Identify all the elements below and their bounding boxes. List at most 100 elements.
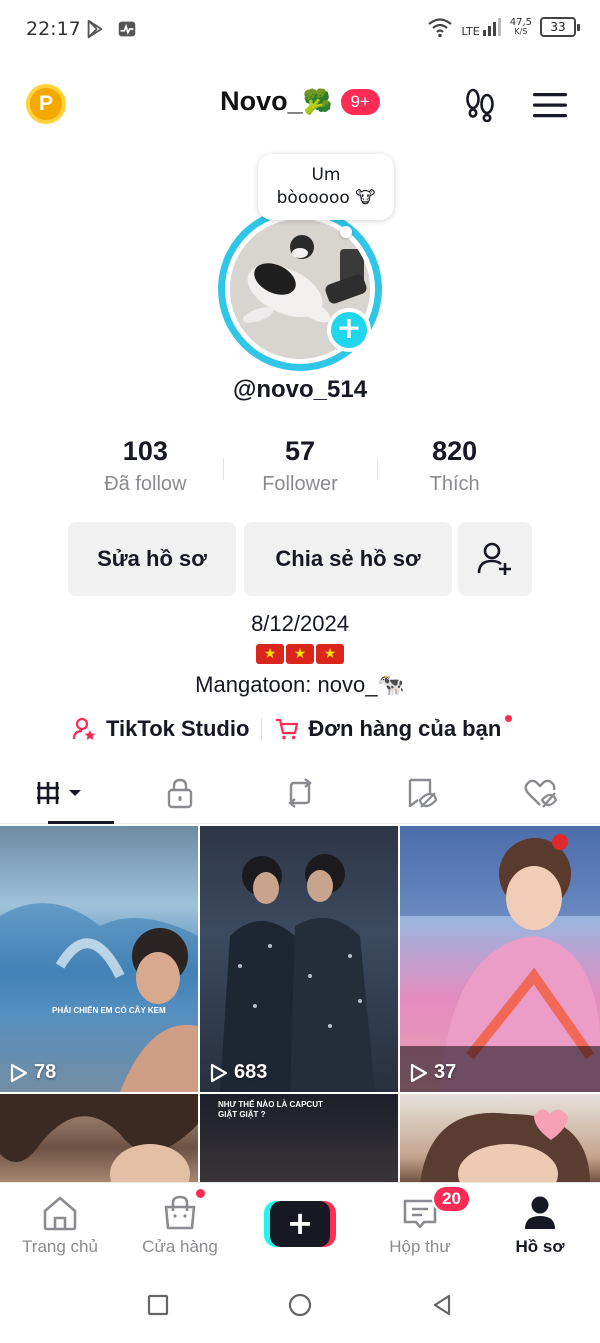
profile-icon <box>525 1196 555 1229</box>
home-circle-icon[interactable] <box>288 1293 312 1317</box>
orders-notification-dot <box>505 714 513 722</box>
add-friend-button[interactable] <box>458 522 532 596</box>
battery-icon: 33 <box>540 17 580 37</box>
video-thumbnail-art <box>420 1109 590 1182</box>
video-thumbnail[interactable]: NHƯ THẾ NÀO LÀ CAPCUT GIẬT GIẬT ? <box>200 1094 398 1182</box>
tiktok-studio-label: TikTok Studio <box>106 716 250 741</box>
note-line-1: Um <box>311 165 341 185</box>
tab-favorites[interactable] <box>360 762 480 823</box>
stat-value: 57 <box>284 436 316 466</box>
nav-create[interactable]: + <box>240 1183 360 1266</box>
nav-profile[interactable]: Hồ sơ <box>480 1183 600 1266</box>
play-icon <box>10 1063 28 1082</box>
video-thumbnail[interactable]: 683 <box>200 826 398 1092</box>
lock-icon <box>167 778 193 808</box>
video-thumbnail-art <box>0 903 198 1092</box>
stat-label: Thích <box>429 473 480 495</box>
signal-group: LTE <box>461 17 501 37</box>
back-icon[interactable] <box>430 1293 454 1317</box>
wifi-icon <box>428 18 453 38</box>
recent-apps-icon[interactable] <box>146 1293 170 1317</box>
play-store-icon <box>87 19 103 39</box>
videos-grid-icon <box>37 781 81 804</box>
menu-icon[interactable] <box>532 90 568 120</box>
inbox-badge: 20 <box>432 1185 471 1213</box>
signal-icon <box>482 18 501 36</box>
profile-name: Novo_ <box>220 86 303 116</box>
note-line-2: bòooooo 🐮 <box>276 188 376 208</box>
video-thumbnail[interactable]: PHẢI CHIẾN EM CÓ CÂY KEM 78 <box>0 826 198 1092</box>
username: @novo_514 <box>232 376 368 403</box>
shopping-cart-icon <box>276 718 299 740</box>
tiktok-studio-link[interactable]: TikTok Studio <box>72 716 249 742</box>
plus-icon: + <box>270 1201 330 1247</box>
video-thumbnail[interactable]: 37 <box>400 826 600 1092</box>
nav-inbox-label: Hộp thư <box>389 1237 451 1256</box>
video-thumbnail-art <box>220 854 375 1092</box>
profile-note-bubble[interactable]: Um bòooooo 🐮 <box>258 154 394 220</box>
activity-icon <box>118 21 136 37</box>
nav-home-label: Trang chủ <box>22 1237 98 1256</box>
video-caption: NHƯ THẾ NÀO LÀ CAPCUT GIẬT GIẬT ? <box>218 1100 323 1119</box>
tab-videos[interactable] <box>0 762 120 824</box>
profile-name-group[interactable]: Novo_ 🥦 9+ <box>0 86 600 117</box>
profile-header: P Novo_ 🥦 9+ <box>0 72 600 136</box>
system-nav-bar <box>0 1266 600 1343</box>
network-type: LTE <box>461 25 480 38</box>
video-caption: PHẢI CHIẾN EM CÓ CÂY KEM <box>52 1006 166 1015</box>
video-thumbnail[interactable] <box>0 1094 198 1182</box>
bottom-nav: Trang chủ Cửa hàng + 20 Hộp thư Hồ sơ <box>0 1182 600 1266</box>
account-notification-badge: 9+ <box>340 88 380 115</box>
name-emoji: 🥦 <box>302 87 333 116</box>
view-count: 37 <box>410 1061 456 1084</box>
play-icon <box>410 1063 428 1082</box>
vietnam-flag-icon: ★ <box>316 644 344 664</box>
create-button[interactable]: + <box>264 1201 336 1247</box>
stat-value: 103 <box>122 436 168 466</box>
bookmark-hidden-icon <box>408 778 437 808</box>
view-count-value: 78 <box>34 1061 57 1083</box>
tab-reposts[interactable] <box>240 762 360 823</box>
tab-private[interactable] <box>120 762 240 823</box>
stat-following[interactable]: 103 Đã follow <box>68 436 223 506</box>
status-left-icons <box>84 18 138 40</box>
stat-followers[interactable]: 57 Follower <box>222 436 378 506</box>
video-thumbnail[interactable] <box>400 1094 600 1182</box>
note-bubble-tail <box>340 226 352 238</box>
vietnam-flag-icon: ★ <box>286 644 314 664</box>
tab-liked[interactable] <box>480 762 600 823</box>
video-grid: PHẢI CHIẾN EM CÓ CÂY KEM 78 683 37 NHƯ T… <box>0 826 600 1182</box>
net-speed: 47,5 K/S <box>509 16 532 37</box>
creator-star-icon <box>72 717 96 740</box>
view-count-value: 37 <box>434 1061 457 1083</box>
orders-label: Đơn hàng của bạn <box>308 716 502 741</box>
nav-home[interactable]: Trang chủ <box>0 1183 120 1266</box>
shop-notification-dot <box>194 1187 207 1200</box>
add-user-icon <box>477 542 511 575</box>
nav-shop-label: Cửa hàng <box>142 1237 218 1256</box>
profile-stats: 103 Đã follow 57 Follower 820 Thích <box>68 436 532 506</box>
footprints-icon[interactable] <box>462 86 498 122</box>
orders-link[interactable]: Đơn hàng của bạn <box>274 714 513 742</box>
nav-profile-label: Hồ sơ <box>515 1237 565 1256</box>
stat-value: 820 <box>432 436 478 466</box>
stat-likes[interactable]: 820 Thích <box>377 436 532 506</box>
view-count: 683 <box>210 1061 267 1084</box>
shopping-bag-icon <box>164 1195 196 1230</box>
heart-hidden-icon <box>524 779 557 808</box>
net-speed-value: 47,5 <box>509 16 532 28</box>
share-profile-button[interactable]: Chia sẻ hồ sơ <box>244 522 452 596</box>
repost-icon <box>288 777 312 808</box>
stat-label: Follower <box>262 473 338 495</box>
video-thumbnail-art <box>400 826 600 1092</box>
add-story-button[interactable]: + <box>327 308 371 352</box>
status-time: 22:17 <box>26 18 81 40</box>
edit-profile-button[interactable]: Sửa hồ sơ <box>68 522 236 596</box>
view-count: 78 <box>10 1061 56 1084</box>
links-divider <box>261 718 263 740</box>
bio-text: Mangatoon: novo_🐄 <box>195 672 405 697</box>
vietnam-flag-icon: ★ <box>256 644 284 664</box>
nav-shop[interactable]: Cửa hàng <box>120 1183 240 1266</box>
view-count-value: 683 <box>234 1061 268 1083</box>
nav-inbox[interactable]: 20 Hộp thư <box>360 1183 480 1266</box>
